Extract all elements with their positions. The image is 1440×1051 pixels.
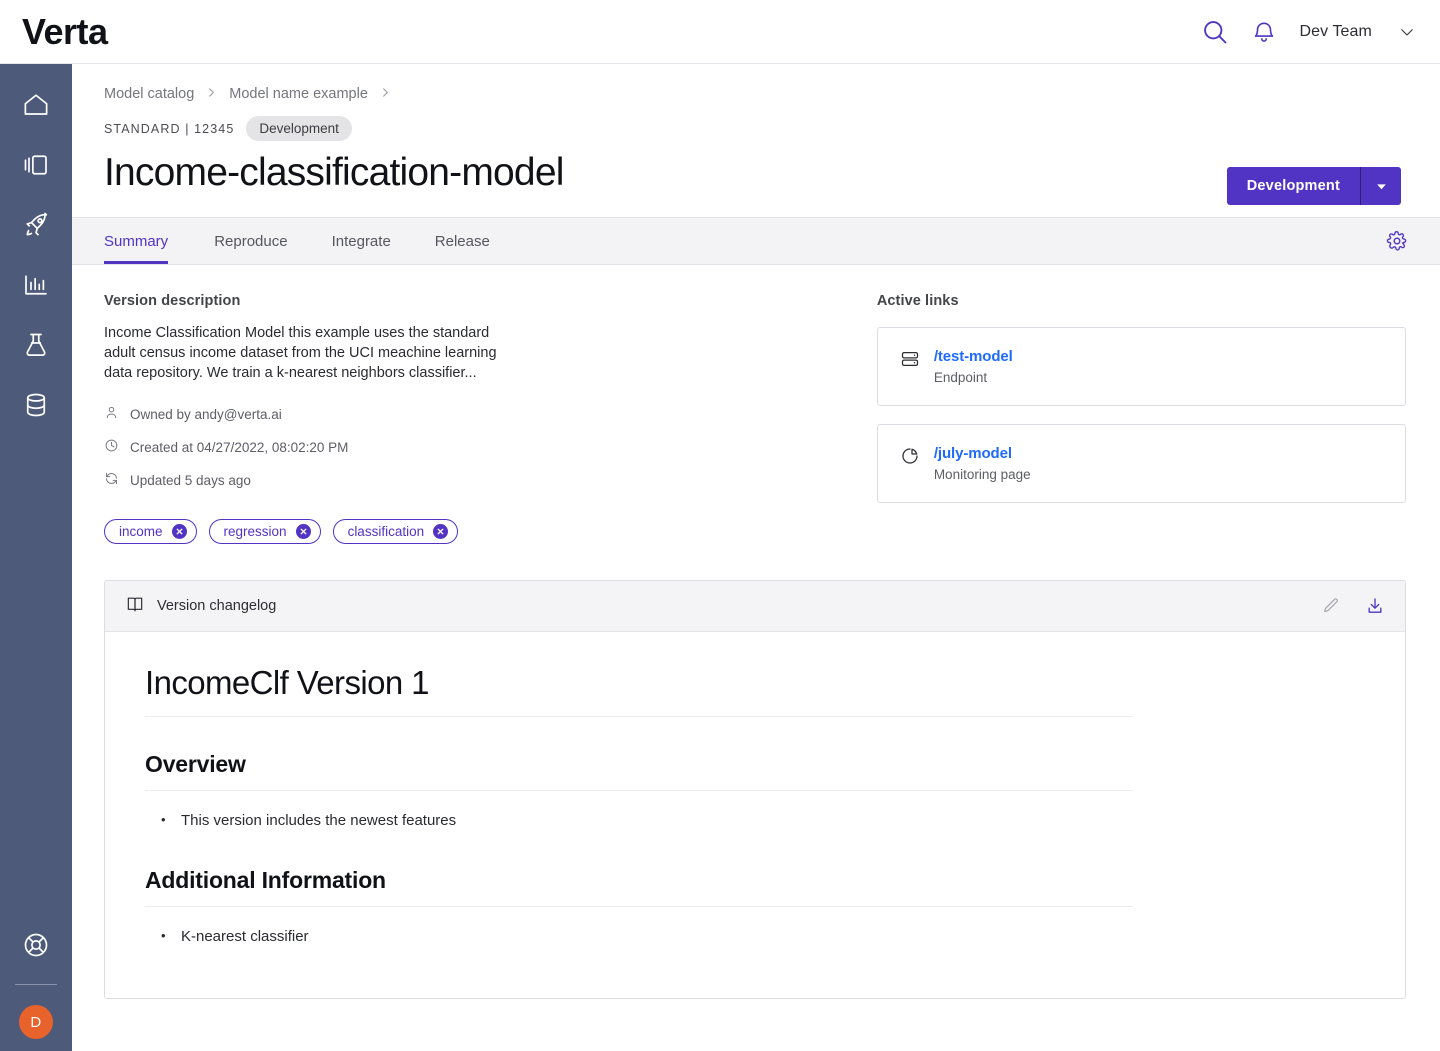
sidebar-item-catalog[interactable]	[16, 148, 56, 182]
tag-remove-icon-classification[interactable]	[433, 524, 449, 539]
version-description-label: Version description	[104, 293, 241, 309]
changelog-bullets-overview: This version includes the newest feature…	[145, 808, 1365, 833]
bell-icon[interactable]	[1251, 19, 1277, 45]
page-header: Model catalog Model name example STANDAR…	[72, 64, 1440, 205]
chevron-down-icon[interactable]	[1394, 23, 1416, 41]
active-link-subtitle-monitoring: Monitoring page	[933, 467, 1031, 482]
changelog-header: Version changelog	[105, 581, 1405, 632]
lifebuoy-icon[interactable]	[16, 928, 56, 962]
tag-label-regression: regression	[223, 524, 287, 539]
avatar[interactable]: D	[19, 1005, 53, 1039]
summary-content: Version description Income Classificatio…	[72, 265, 1440, 544]
chevron-right-icon-2	[380, 86, 391, 102]
changelog-bullets-additional: K-nearest classifier	[145, 924, 1365, 949]
breadcrumb-item-1[interactable]: Model name example	[229, 86, 368, 102]
user-icon	[104, 405, 119, 423]
tab-summary-label: Summary	[104, 232, 169, 250]
tag-label-income: income	[119, 524, 163, 539]
sidebar-divider	[15, 984, 57, 985]
tag-remove-icon-regression[interactable]	[295, 524, 311, 539]
active-link-text-monitoring: /july-model Monitoring page	[934, 445, 1031, 482]
version-description-text: Income Classification Model this example…	[104, 325, 497, 381]
list-item: K-nearest classifier	[161, 924, 1365, 949]
created-text: Created at 04/27/2022, 08:02:20 PM	[130, 439, 349, 455]
changelog-actions	[1321, 596, 1385, 616]
tab-integrate[interactable]: Integrate	[310, 218, 413, 264]
app-root: Verta Dev Team D Model catalog Model nam…	[0, 0, 1440, 1051]
verta-logo[interactable]: Verta	[22, 13, 108, 50]
pie-chart-icon	[900, 446, 920, 471]
environment-dropdown-caret-icon[interactable]	[1361, 167, 1401, 205]
pencil-icon[interactable]	[1321, 596, 1341, 616]
changelog-body: IncomeClf Version 1 Overview This versio…	[105, 632, 1405, 949]
changelog-heading-1: IncomeClf Version 1	[145, 664, 1133, 717]
environment-button-label[interactable]: Development	[1227, 167, 1360, 205]
model-meta-row: STANDARD | 12345 Development	[104, 116, 1408, 141]
active-link-subtitle-endpoint: Endpoint	[933, 370, 988, 385]
active-links-label: Active links	[876, 293, 959, 309]
sidebar-nav	[16, 64, 56, 422]
download-icon[interactable]	[1365, 596, 1385, 616]
sidebar-bottom: D	[0, 928, 72, 1051]
chevron-right-icon	[206, 86, 217, 102]
sidebar-item-deployments[interactable]	[16, 208, 56, 242]
created-line: Created at 04/27/2022, 08:02:20 PM	[104, 438, 873, 456]
main-content: Model catalog Model name example STANDAR…	[72, 64, 1440, 1051]
tab-summary[interactable]: Summary	[104, 218, 192, 264]
tab-reproduce-label: Reproduce	[214, 232, 288, 250]
tag-remove-icon-income[interactable]	[171, 524, 187, 539]
book-icon	[125, 594, 145, 619]
sidebar-item-monitoring[interactable]	[16, 268, 56, 302]
active-link-text-endpoint: /test-model Endpoint	[934, 348, 1013, 385]
page-title: Income-classification-model	[104, 151, 564, 194]
updated-text: Updated 5 days ago	[130, 472, 251, 488]
tag-chip-income[interactable]: income	[104, 519, 197, 544]
active-link-card-endpoint[interactable]: /test-model Endpoint	[876, 327, 1406, 406]
active-link-title-endpoint[interactable]: /test-model	[934, 348, 1013, 365]
server-icon	[900, 349, 920, 374]
active-link-title-monitoring[interactable]: /july-model	[934, 445, 1031, 462]
top-bar: Verta Dev Team	[0, 0, 1440, 64]
breadcrumb: Model catalog Model name example	[104, 86, 1408, 102]
updated-line: Updated 5 days ago	[104, 471, 873, 489]
tab-bar: Summary Reproduce Integrate Release	[72, 217, 1440, 265]
sidebar-item-datasets[interactable]	[16, 388, 56, 422]
active-link-card-monitoring[interactable]: /july-model Monitoring page	[876, 424, 1406, 503]
owner-text: Owned by andy@verta.ai	[130, 406, 282, 422]
tag-list: income regression classification	[104, 519, 873, 544]
tab-release[interactable]: Release	[413, 218, 512, 264]
clock-icon	[104, 438, 119, 456]
top-bar-right: Dev Team	[1201, 18, 1416, 46]
active-links-column: Active links /test-model Endpoint /july-…	[876, 293, 1406, 544]
tab-reproduce[interactable]: Reproduce	[192, 218, 309, 264]
changelog-section-heading-overview: Overview	[145, 751, 1133, 791]
sidebar-item-experiments[interactable]	[16, 328, 56, 362]
list-item: This version includes the newest feature…	[161, 808, 1365, 833]
refresh-icon	[104, 471, 119, 489]
changelog-header-left: Version changelog	[125, 594, 276, 619]
version-meta-list: Owned by andy@verta.ai Created at 04/27/…	[104, 405, 873, 489]
tab-list: Summary Reproduce Integrate Release	[104, 218, 512, 264]
summary-left-column: Version description Income Classificatio…	[104, 293, 873, 544]
changelog-title: Version changelog	[157, 598, 277, 614]
tab-release-label: Release	[434, 232, 490, 250]
sidebar: D	[0, 64, 72, 1051]
owner-line: Owned by andy@verta.ai	[104, 405, 873, 423]
changelog-section-heading-additional: Additional Information	[145, 867, 1133, 907]
version-changelog-panel: Version changelog IncomeClf Version 1 Ov…	[104, 580, 1406, 999]
search-icon[interactable]	[1201, 18, 1229, 46]
team-name[interactable]: Dev Team	[1299, 23, 1372, 41]
tag-label-classification: classification	[347, 524, 425, 539]
status-badge: Development	[246, 116, 352, 141]
tab-bar-actions	[1386, 218, 1408, 264]
tab-integrate-label: Integrate	[331, 232, 391, 250]
standard-id: STANDARD | 12345	[104, 121, 235, 136]
gear-icon[interactable]	[1386, 230, 1408, 252]
tag-chip-regression[interactable]: regression	[208, 519, 321, 544]
tag-chip-classification[interactable]: classification	[332, 519, 459, 544]
breadcrumb-item-0[interactable]: Model catalog	[104, 86, 194, 102]
environment-split-button[interactable]: Development	[1226, 167, 1401, 205]
sidebar-item-home[interactable]	[16, 88, 56, 122]
